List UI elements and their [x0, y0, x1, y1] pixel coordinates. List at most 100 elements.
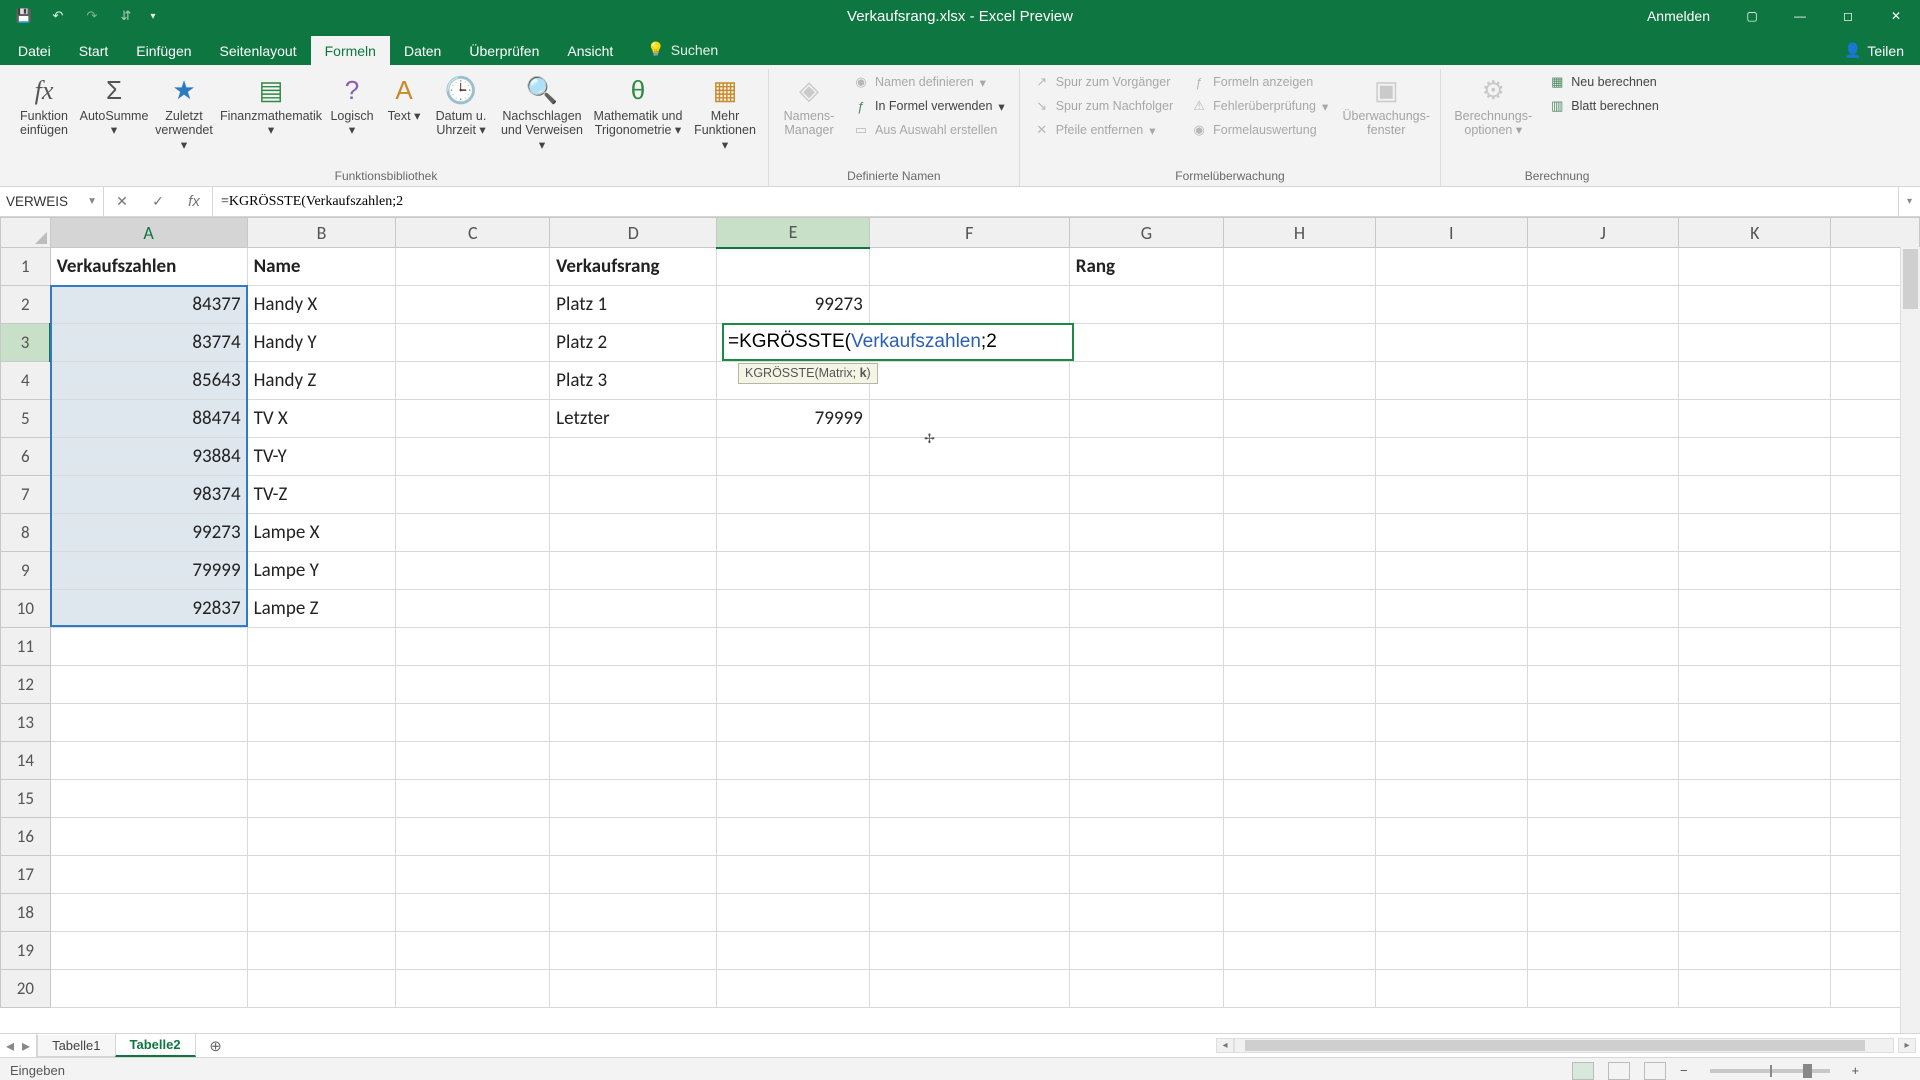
col-header-C[interactable]: C [396, 218, 550, 248]
cell-J15[interactable] [1527, 780, 1679, 818]
cell-D1[interactable]: Verkaufsrang [550, 248, 717, 286]
cell-F17[interactable] [869, 856, 1069, 894]
cell-F13[interactable] [869, 704, 1069, 742]
cell-F14[interactable] [869, 742, 1069, 780]
zoom-slider[interactable] [1710, 1069, 1830, 1073]
cell-D7[interactable] [550, 476, 717, 514]
cell-E10[interactable] [717, 590, 869, 628]
cell-H5[interactable] [1224, 400, 1376, 438]
row-header-7[interactable]: 7 [1, 476, 51, 514]
cell-E17[interactable] [717, 856, 869, 894]
redo-button[interactable]: ↷ [78, 2, 106, 30]
cell-G15[interactable] [1069, 780, 1223, 818]
col-header-D[interactable]: D [550, 218, 717, 248]
cell-H18[interactable] [1224, 894, 1376, 932]
btn-text[interactable]: A Text ▾ [382, 69, 426, 125]
tab-einfuegen[interactable]: Einfügen [122, 36, 205, 65]
btn-finanzmathematik[interactable]: ▤ Finanzmathematik ▾ [220, 69, 322, 140]
cell-B15[interactable] [247, 780, 396, 818]
cell-edit-overlay[interactable]: =KGRÖSSTE(Verkaufszahlen;2 [722, 323, 1074, 361]
cell-K18[interactable] [1679, 894, 1831, 932]
formula-input[interactable] [213, 187, 1898, 216]
cell-F9[interactable] [869, 552, 1069, 590]
cell-I2[interactable] [1375, 286, 1527, 324]
cell-K15[interactable] [1679, 780, 1831, 818]
row-header-19[interactable]: 19 [1, 932, 51, 970]
cell-D15[interactable] [550, 780, 717, 818]
row-header-2[interactable]: 2 [1, 286, 51, 324]
row-header-8[interactable]: 8 [1, 514, 51, 552]
cell-G20[interactable] [1069, 970, 1223, 1008]
insert-function-button[interactable]: fx [176, 193, 212, 210]
row-header-3[interactable]: 3 [1, 324, 51, 362]
name-box[interactable]: VERWEIS ▼ [0, 187, 104, 216]
cell-I3[interactable] [1375, 324, 1527, 362]
cell-K8[interactable] [1679, 514, 1831, 552]
cell-A12[interactable] [50, 666, 247, 704]
row-header-4[interactable]: 4 [1, 362, 51, 400]
cell-K19[interactable] [1679, 932, 1831, 970]
cell-J17[interactable] [1527, 856, 1679, 894]
cell-C7[interactable] [396, 476, 550, 514]
cell-I7[interactable] [1375, 476, 1527, 514]
cell-E14[interactable] [717, 742, 869, 780]
cell-J18[interactable] [1527, 894, 1679, 932]
cell-A3[interactable]: 83774 [50, 324, 247, 362]
col-header-E[interactable]: E [717, 218, 869, 248]
cell-B12[interactable] [247, 666, 396, 704]
cell-H1[interactable] [1224, 248, 1376, 286]
cell-C2[interactable] [396, 286, 550, 324]
col-header-F[interactable]: F [869, 218, 1069, 248]
view-page-break[interactable] [1644, 1062, 1666, 1080]
cell-H15[interactable] [1224, 780, 1376, 818]
cell-I9[interactable] [1375, 552, 1527, 590]
cancel-edit-button[interactable]: ✕ [104, 193, 140, 210]
btn-funktion-einfuegen[interactable]: fx Funktion einfügen [10, 69, 78, 140]
cell-F5[interactable] [869, 400, 1069, 438]
save-button[interactable]: 💾 [10, 2, 38, 30]
cell-E20[interactable] [717, 970, 869, 1008]
cell-B13[interactable] [247, 704, 396, 742]
tab-ueberpruefen[interactable]: Überprüfen [455, 36, 553, 65]
btn-in-formel-verwenden[interactable]: ƒIn Formel verwenden ▾ [845, 95, 1013, 117]
cell-A4[interactable]: 85643 [50, 362, 247, 400]
cell-C19[interactable] [396, 932, 550, 970]
cell-K3[interactable] [1679, 324, 1831, 362]
cell-J4[interactable] [1527, 362, 1679, 400]
cell-F7[interactable] [869, 476, 1069, 514]
btn-mehr-funktionen[interactable]: ▦ Mehr Funktionen ▾ [688, 69, 762, 154]
cell-I12[interactable] [1375, 666, 1527, 704]
last-sheet-icon[interactable]: ▸ [22, 1036, 30, 1056]
cell-G5[interactable] [1069, 400, 1223, 438]
cell-I18[interactable] [1375, 894, 1527, 932]
cell-J12[interactable] [1527, 666, 1679, 704]
cell-K6[interactable] [1679, 438, 1831, 476]
cell-D18[interactable] [550, 894, 717, 932]
cell-F15[interactable] [869, 780, 1069, 818]
cell-A19[interactable] [50, 932, 247, 970]
cell-A2[interactable]: 84377 [50, 286, 247, 324]
row-header-12[interactable]: 12 [1, 666, 51, 704]
cell-C8[interactable] [396, 514, 550, 552]
cell-C6[interactable] [396, 438, 550, 476]
cell-D17[interactable] [550, 856, 717, 894]
cell-B16[interactable] [247, 818, 396, 856]
btn-zuletzt-verwendet[interactable]: ★ Zuletzt verwendet ▾ [150, 69, 218, 154]
cell-I4[interactable] [1375, 362, 1527, 400]
cell-H9[interactable] [1224, 552, 1376, 590]
row-header-9[interactable]: 9 [1, 552, 51, 590]
expand-formula-bar-button[interactable]: ▾ [1898, 187, 1920, 216]
cell-G4[interactable] [1069, 362, 1223, 400]
cell-H20[interactable] [1224, 970, 1376, 1008]
cell-F2[interactable] [869, 286, 1069, 324]
cell-C15[interactable] [396, 780, 550, 818]
cell-A13[interactable] [50, 704, 247, 742]
cell-B20[interactable] [247, 970, 396, 1008]
cell-C1[interactable] [396, 248, 550, 286]
cell-J20[interactable] [1527, 970, 1679, 1008]
col-header-blank[interactable] [1831, 218, 1920, 248]
cell-E9[interactable] [717, 552, 869, 590]
sheet-tab-tabelle2[interactable]: Tabelle2 [115, 1034, 196, 1057]
cell-H14[interactable] [1224, 742, 1376, 780]
tab-seitenlayout[interactable]: Seitenlayout [206, 36, 311, 65]
